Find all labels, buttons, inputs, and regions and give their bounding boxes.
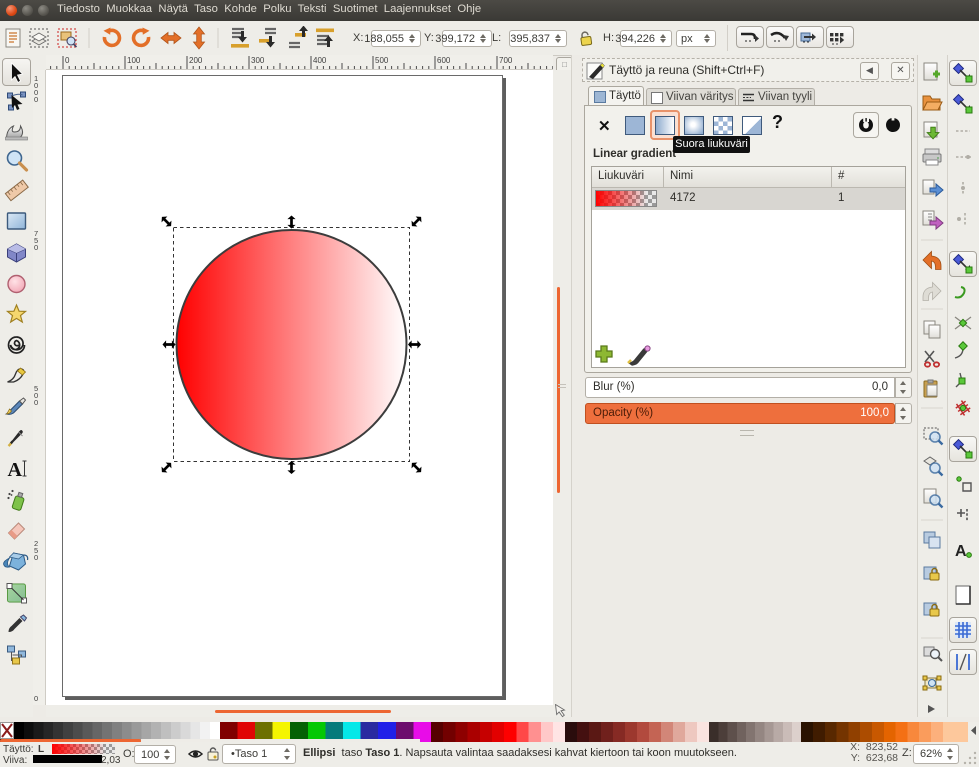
svg-text:500: 500 [375,56,389,65]
svg-text:0: 0 [65,56,70,65]
svg-text:100: 100 [127,56,141,65]
svg-text:600: 600 [437,56,451,65]
svg-text:A: A [955,543,967,560]
svg-text:400: 400 [313,56,327,65]
svg-text:200: 200 [189,56,203,65]
svg-text:700: 700 [499,56,513,65]
svg-text:A: A [8,459,23,481]
svg-text:300: 300 [251,56,265,65]
